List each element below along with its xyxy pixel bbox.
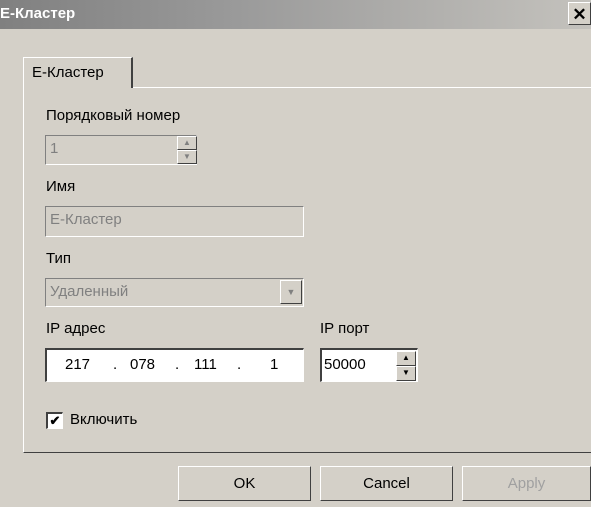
- enable-checkbox[interactable]: ✔: [46, 412, 63, 429]
- close-icon[interactable]: ✕: [568, 2, 591, 25]
- order-number-value: 1: [50, 140, 59, 157]
- title-bar: E-Кластер ✕: [0, 0, 591, 29]
- type-label: Тип: [46, 250, 72, 267]
- ip-octet-3[interactable]: 111: [194, 356, 217, 373]
- type-value: Удаленный: [50, 283, 129, 300]
- ip-port-label: IP порт: [320, 320, 370, 337]
- order-number-field: 1 ▲ ▼: [45, 135, 197, 165]
- spin-up-icon: ▲: [177, 136, 197, 150]
- chevron-down-icon: ▼: [280, 280, 302, 304]
- enable-label[interactable]: Включить: [70, 411, 137, 428]
- spin-up-icon[interactable]: ▲: [396, 351, 416, 366]
- ip-separator: .: [175, 356, 180, 373]
- name-label: Имя: [46, 178, 76, 195]
- ip-port-spinner[interactable]: ▲ ▼: [396, 350, 416, 381]
- name-field: E-Кластер: [45, 206, 304, 237]
- order-number-label: Порядковый номер: [46, 107, 181, 124]
- ip-separator: .: [237, 356, 242, 373]
- ip-separator: .: [113, 356, 118, 373]
- name-value: E-Кластер: [50, 211, 122, 228]
- ip-octet-2[interactable]: 078: [130, 356, 155, 373]
- apply-button: Apply: [462, 466, 591, 501]
- ip-address-label: IP адрес: [46, 320, 106, 337]
- ip-port-input[interactable]: 50000 ▲ ▼: [320, 348, 418, 382]
- ip-octet-4[interactable]: 1: [270, 356, 278, 373]
- order-number-spinner: ▲ ▼: [177, 136, 197, 164]
- spin-down-icon[interactable]: ▼: [396, 366, 416, 381]
- cancel-button[interactable]: Cancel: [320, 466, 453, 501]
- ip-address-input[interactable]: 217 . 078 . 111 . 1: [45, 348, 304, 382]
- tab-e-cluster[interactable]: E-Кластер: [23, 57, 133, 88]
- spin-down-icon: ▼: [177, 150, 197, 164]
- ok-button[interactable]: OK: [178, 466, 311, 501]
- ip-octet-1[interactable]: 217: [65, 356, 90, 373]
- window-title: E-Кластер: [0, 5, 76, 22]
- type-select: Удаленный ▼: [45, 278, 304, 307]
- ip-port-value: 50000: [324, 356, 366, 373]
